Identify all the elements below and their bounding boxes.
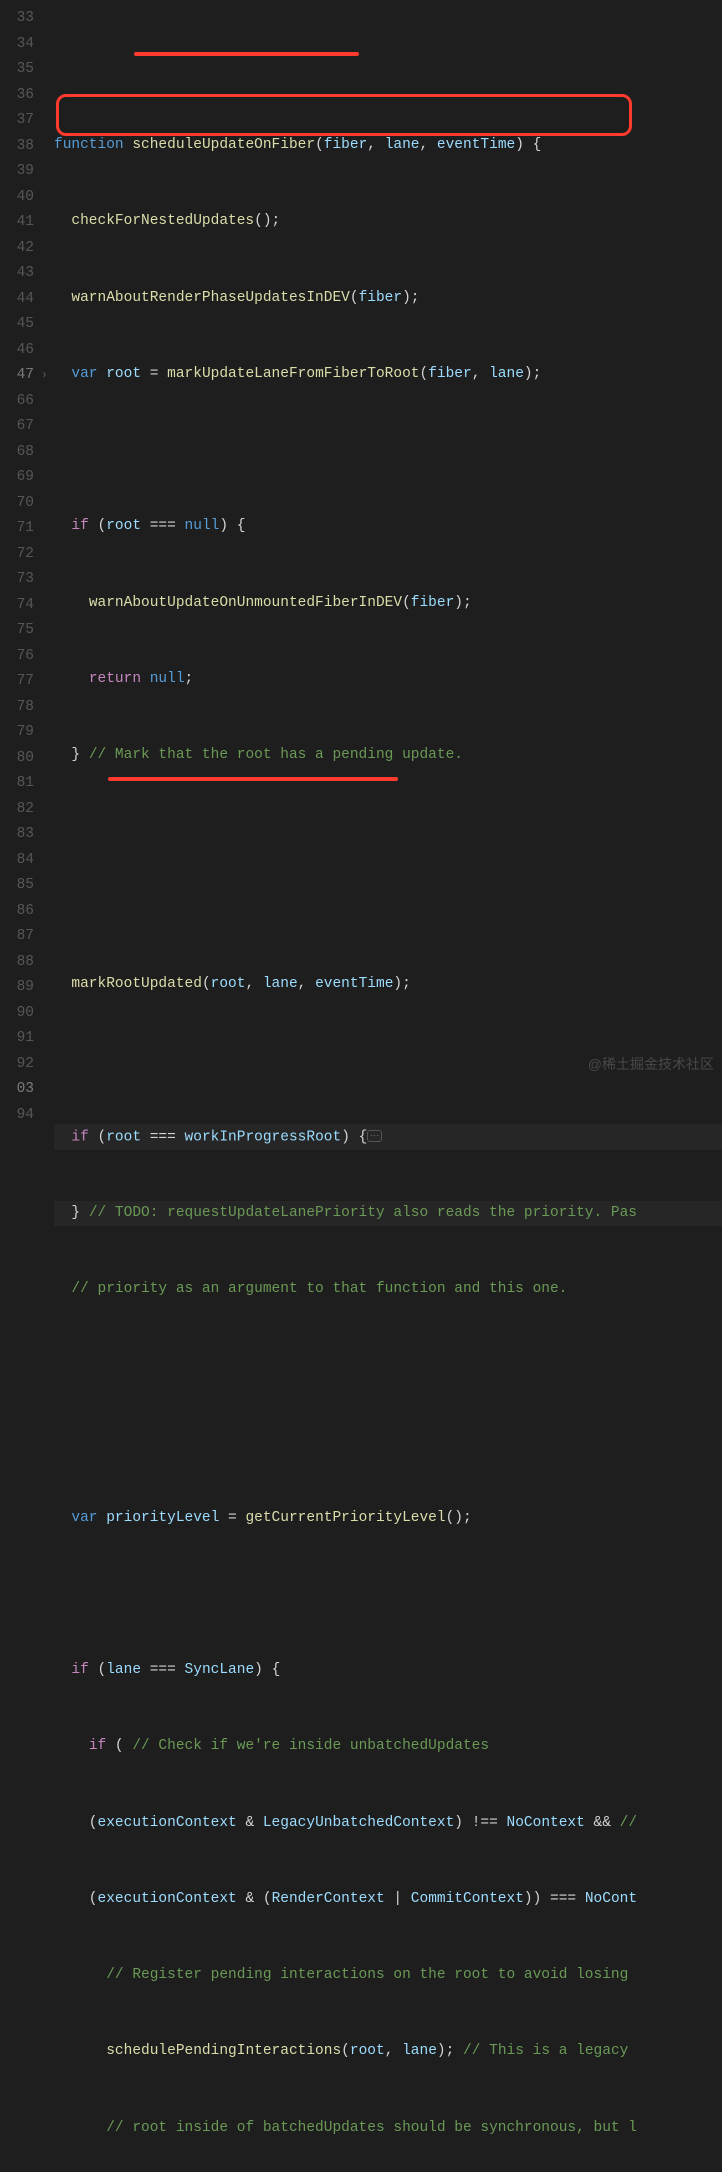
line-number: 45 bbox=[0, 312, 34, 338]
fold-ellipsis-icon[interactable]: ⋯ bbox=[367, 1130, 382, 1142]
line-number: 82 bbox=[0, 797, 34, 823]
line-number: 85 bbox=[0, 873, 34, 899]
code-line: schedulePendingInteractions(root, lane);… bbox=[54, 2039, 722, 2065]
code-line: if (root === null) { bbox=[54, 514, 722, 540]
line-number: 44 bbox=[0, 287, 34, 313]
line-number: 34 bbox=[0, 32, 34, 58]
line-number: 35 bbox=[0, 57, 34, 83]
code-line: // priority as an argument to that funct… bbox=[54, 1277, 722, 1303]
code-line bbox=[54, 438, 722, 464]
code-line bbox=[54, 1582, 722, 1608]
line-number-gutter: 33 34 35 36 37 38 39 40 41 42 43 44 45 4… bbox=[0, 0, 48, 1086]
code-line bbox=[54, 57, 722, 83]
line-number: 47› bbox=[0, 363, 34, 389]
code-line: if ( // Check if we're inside unbatchedU… bbox=[54, 1734, 722, 1760]
line-number: 03 bbox=[0, 1077, 34, 1103]
line-number: 83 bbox=[0, 822, 34, 848]
line-number: 69 bbox=[0, 465, 34, 491]
code-line: // Register pending interactions on the … bbox=[54, 1963, 722, 1989]
code-line: warnAboutRenderPhaseUpdatesInDEV(fiber); bbox=[54, 286, 722, 312]
code-line: // root inside of batchedUpdates should … bbox=[54, 2116, 722, 2142]
code-line: if (root === workInProgressRoot) {⋯ bbox=[54, 1124, 722, 1150]
annotation-box bbox=[56, 94, 632, 136]
line-number: 43 bbox=[0, 261, 34, 287]
line-number: 39 bbox=[0, 159, 34, 185]
code-line: (executionContext & (RenderContext | Com… bbox=[54, 1887, 722, 1913]
code-line: function scheduleUpdateOnFiber(fiber, la… bbox=[54, 133, 722, 159]
code-line: (executionContext & LegacyUnbatchedConte… bbox=[54, 1811, 722, 1837]
line-number: 67 bbox=[0, 414, 34, 440]
line-number: 78 bbox=[0, 695, 34, 721]
line-number: 66 bbox=[0, 389, 34, 415]
line-number: 80 bbox=[0, 746, 34, 772]
line-number: 86 bbox=[0, 899, 34, 925]
code-line: var priorityLevel = getCurrentPriorityLe… bbox=[54, 1506, 722, 1532]
line-number: 77 bbox=[0, 669, 34, 695]
line-number: 88 bbox=[0, 950, 34, 976]
line-number: 38 bbox=[0, 134, 34, 160]
annotation-underline-1 bbox=[134, 52, 359, 56]
annotation-underline-2 bbox=[108, 777, 398, 781]
code-line bbox=[54, 896, 722, 922]
code-line: markRootUpdated(root, lane, eventTime); bbox=[54, 972, 722, 998]
fold-chevron-icon[interactable]: › bbox=[36, 363, 48, 389]
line-number: 73 bbox=[0, 567, 34, 593]
watermark: @稀土掘金技术社区 bbox=[588, 1052, 714, 1077]
line-number: 79 bbox=[0, 720, 34, 746]
line-number: 94 bbox=[0, 1103, 34, 1129]
line-number: 40 bbox=[0, 185, 34, 211]
line-number: 36 bbox=[0, 83, 34, 109]
line-number: 90 bbox=[0, 1001, 34, 1027]
code-line: checkForNestedUpdates(); bbox=[54, 209, 722, 235]
code-line: warnAboutUpdateOnUnmountedFiberInDEV(fib… bbox=[54, 591, 722, 617]
line-number: 42 bbox=[0, 236, 34, 262]
line-number: 89 bbox=[0, 975, 34, 1001]
line-number: 92 bbox=[0, 1052, 34, 1078]
line-number: 74 bbox=[0, 593, 34, 619]
code-line: } // Mark that the root has a pending up… bbox=[54, 743, 722, 769]
code-line bbox=[54, 1353, 722, 1379]
code-line: return null; bbox=[54, 667, 722, 693]
code-line: } // TODO: requestUpdateLanePriority als… bbox=[54, 1201, 722, 1227]
line-number: 70 bbox=[0, 491, 34, 517]
line-number: 37 bbox=[0, 108, 34, 134]
code-line: if (lane === SyncLane) { bbox=[54, 1658, 722, 1684]
line-number: 72 bbox=[0, 542, 34, 568]
line-number: 76 bbox=[0, 644, 34, 670]
line-number: 68 bbox=[0, 440, 34, 466]
line-number: 46 bbox=[0, 338, 34, 364]
line-number: 41 bbox=[0, 210, 34, 236]
line-number: 84 bbox=[0, 848, 34, 874]
code-editor[interactable]: 33 34 35 36 37 38 39 40 41 42 43 44 45 4… bbox=[0, 0, 722, 1086]
line-number: 87 bbox=[0, 924, 34, 950]
code-line bbox=[54, 819, 722, 845]
code-line bbox=[54, 1429, 722, 1455]
line-number: 91 bbox=[0, 1026, 34, 1052]
code-area[interactable]: function scheduleUpdateOnFiber(fiber, la… bbox=[48, 0, 722, 1086]
line-number: 33 bbox=[0, 6, 34, 32]
line-number: 71 bbox=[0, 516, 34, 542]
line-number: 75 bbox=[0, 618, 34, 644]
line-number: 81 bbox=[0, 771, 34, 797]
code-line: var root = markUpdateLaneFromFiberToRoot… bbox=[54, 362, 722, 388]
